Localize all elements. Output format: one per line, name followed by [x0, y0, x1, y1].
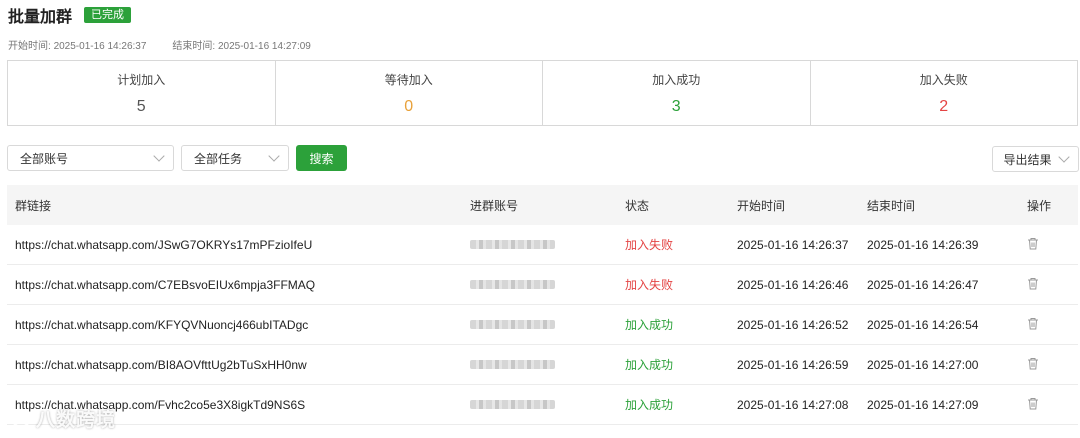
stats-panel: 计划加入 5 等待加入 0 加入成功 3 加入失败 2 — [7, 60, 1078, 126]
trash-icon[interactable] — [1027, 277, 1039, 293]
table-row: https://chat.whatsapp.com/BI8AOVfttUg2bT… — [7, 345, 1078, 385]
account-masked — [470, 359, 555, 369]
table-row: https://chat.whatsapp.com/Fvhc2co5e3X8ig… — [7, 385, 1078, 425]
search-button[interactable]: 搜索 — [296, 145, 347, 171]
stat-planned: 计划加入 5 — [8, 61, 276, 125]
chevron-down-icon — [268, 150, 280, 162]
group-link[interactable]: https://chat.whatsapp.com/JSwG7OKRYs17mP… — [7, 238, 462, 252]
account-select[interactable]: 全部账号 — [7, 145, 174, 171]
status-text: 加入失败 — [625, 238, 674, 252]
time-info: 开始时间: 2025-01-16 14:26:37 结束时间: 2025-01-… — [8, 37, 311, 52]
start-time: 开始时间: 2025-01-16 14:26:37 — [8, 41, 147, 52]
table-row: https://chat.whatsapp.com/C7EBsvoEIUx6mp… — [7, 265, 1078, 305]
account-masked — [470, 239, 555, 249]
task-select[interactable]: 全部任务 — [181, 145, 289, 171]
trash-icon[interactable] — [1027, 397, 1039, 413]
status-text: 加入失败 — [625, 278, 674, 292]
watermark: 八数跨境 — [10, 405, 116, 432]
trash-icon[interactable] — [1027, 317, 1039, 333]
trash-icon[interactable] — [1027, 357, 1039, 373]
account-masked — [470, 279, 555, 289]
table-header: 群链接 进群账号 状态 开始时间 结束时间 操作 — [7, 185, 1078, 225]
result-table: 群链接 进群账号 状态 开始时间 结束时间 操作 https://chat.wh… — [7, 185, 1078, 425]
table-row: https://chat.whatsapp.com/JSwG7OKRYs17mP… — [7, 225, 1078, 265]
group-link[interactable]: https://chat.whatsapp.com/C7EBsvoEIUx6mp… — [7, 278, 462, 292]
stat-success: 加入成功 3 — [543, 61, 811, 125]
filter-bar: 全部账号 全部任务 搜索 — [7, 145, 347, 171]
stat-waiting: 等待加入 0 — [276, 61, 543, 125]
page-header: 批量加群 已完成 — [8, 4, 132, 26]
group-link[interactable]: https://chat.whatsapp.com/BI8AOVfttUg2bT… — [7, 358, 462, 372]
group-link[interactable]: https://chat.whatsapp.com/KFYQVNuoncj466… — [7, 318, 462, 332]
end-time: 结束时间: 2025-01-16 14:27:09 — [172, 41, 311, 52]
stat-failed: 加入失败 2 — [919, 73, 968, 115]
trash-icon[interactable] — [1027, 237, 1039, 253]
watermark-logo-icon — [11, 409, 31, 428]
table-row: https://chat.whatsapp.com/KFYQVNuoncj466… — [7, 305, 1078, 345]
account-masked — [470, 319, 555, 329]
status-text: 加入成功 — [625, 398, 674, 412]
page-title: 批量加群 — [8, 9, 73, 26]
status-text: 加入成功 — [625, 318, 674, 332]
chevron-down-icon — [1057, 151, 1070, 163]
chevron-down-icon — [153, 150, 165, 162]
export-button[interactable]: 导出结果 — [992, 146, 1079, 172]
status-badge: 已完成 — [84, 7, 132, 23]
status-text: 加入成功 — [625, 358, 674, 372]
account-masked — [470, 399, 555, 409]
